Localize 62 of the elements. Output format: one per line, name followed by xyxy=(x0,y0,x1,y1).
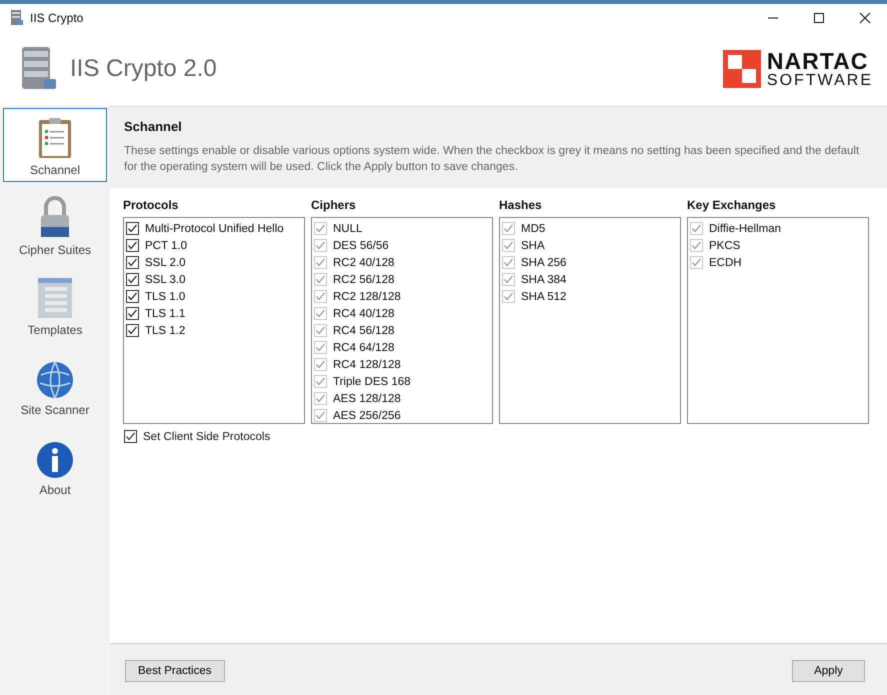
checkbox-label: ECDH xyxy=(709,256,742,268)
checkbox-label: RC4 56/128 xyxy=(333,324,394,336)
clipboard-icon xyxy=(38,117,72,159)
checkbox[interactable] xyxy=(126,256,139,269)
checkbox-label: MD5 xyxy=(521,222,546,234)
checkbox-label: Multi-Protocol Unified Hello xyxy=(145,222,284,234)
checkbox[interactable] xyxy=(126,324,139,337)
checkbox-label: RC2 128/128 xyxy=(333,290,401,302)
padlock-icon xyxy=(38,195,72,239)
window-title: IIS Crypto xyxy=(30,11,84,25)
checkbox-label: Diffie-Hellman xyxy=(709,222,782,234)
server-icon xyxy=(10,10,24,26)
checkbox-label: TLS 1.2 xyxy=(145,324,186,336)
group-title: Protocols xyxy=(123,198,180,212)
best-practices-button[interactable]: Best Practices xyxy=(125,660,224,682)
checkbox[interactable] xyxy=(124,430,137,443)
logo-icon xyxy=(722,50,761,88)
globe-icon xyxy=(36,361,74,399)
sidebar-item[interactable]: Templates xyxy=(3,268,107,342)
sidebar-item[interactable]: Cipher Suites xyxy=(3,188,107,262)
checkbox-label: RC4 128/128 xyxy=(333,358,401,370)
checkbox-label: SSL 2.0 xyxy=(145,256,186,268)
group-title: Key Exchanges xyxy=(687,198,777,212)
checkbox-label: PCT 1.0 xyxy=(145,240,187,252)
checkbox-label: RC4 40/128 xyxy=(333,308,394,320)
checkbox-label: SSL 3.0 xyxy=(145,274,186,286)
checkbox-label: SHA 384 xyxy=(521,274,566,286)
checkbox-label: Set Client Side Protocols xyxy=(143,430,270,442)
checkbox-label: SHA 256 xyxy=(521,256,566,268)
checkbox-label: AES 256/256 xyxy=(333,410,401,422)
checkbox-label: SHA 512 xyxy=(521,290,566,302)
checkbox-label: RC4 64/128 xyxy=(333,342,394,354)
logo-subtext: SOFTWARE xyxy=(766,72,873,88)
sidebar-item[interactable]: Site Scanner xyxy=(3,348,107,422)
checkbox-label: AES 128/128 xyxy=(333,392,401,404)
checkbox[interactable] xyxy=(126,222,139,235)
checkbox-label: SHA xyxy=(521,240,545,252)
checkbox-label: TLS 1.1 xyxy=(145,308,186,320)
checkbox[interactable] xyxy=(126,239,139,252)
apply-button[interactable]: Apply xyxy=(792,660,865,682)
checkbox-label: NULL xyxy=(333,222,362,234)
app-name: IIS Crypto 2.0 xyxy=(70,55,217,83)
checkbox-label: RC2 56/128 xyxy=(333,274,394,286)
template-icon xyxy=(37,277,73,319)
checkbox-label: RC2 40/128 xyxy=(333,256,394,268)
checkbox-label: Triple DES 168 xyxy=(333,376,411,388)
group-title: Hashes xyxy=(499,198,543,212)
group-title: Ciphers xyxy=(311,198,357,212)
checkbox[interactable] xyxy=(126,273,139,286)
logo-text: NARTAC xyxy=(766,50,870,72)
checkbox[interactable] xyxy=(126,307,139,320)
section-description: These settings enable or disable various options system wide. When the checkbox is grey it means no setting has been specified and the default for the operating system will be used. Click the Apply button to save changes. xyxy=(124,144,860,175)
section-title: Schannel xyxy=(124,119,183,134)
sidebar-item[interactable]: Schannel xyxy=(3,108,107,182)
checkbox-label: DES 56/56 xyxy=(333,240,389,252)
checkbox-label: PKCS xyxy=(709,240,740,252)
maximize-icon[interactable] xyxy=(813,12,825,24)
info-icon xyxy=(36,441,74,479)
checkbox-label: TLS 1.0 xyxy=(145,290,186,302)
sidebar-item[interactable]: About xyxy=(3,428,107,502)
checkbox[interactable] xyxy=(126,290,139,303)
close-icon[interactable] xyxy=(859,12,871,24)
